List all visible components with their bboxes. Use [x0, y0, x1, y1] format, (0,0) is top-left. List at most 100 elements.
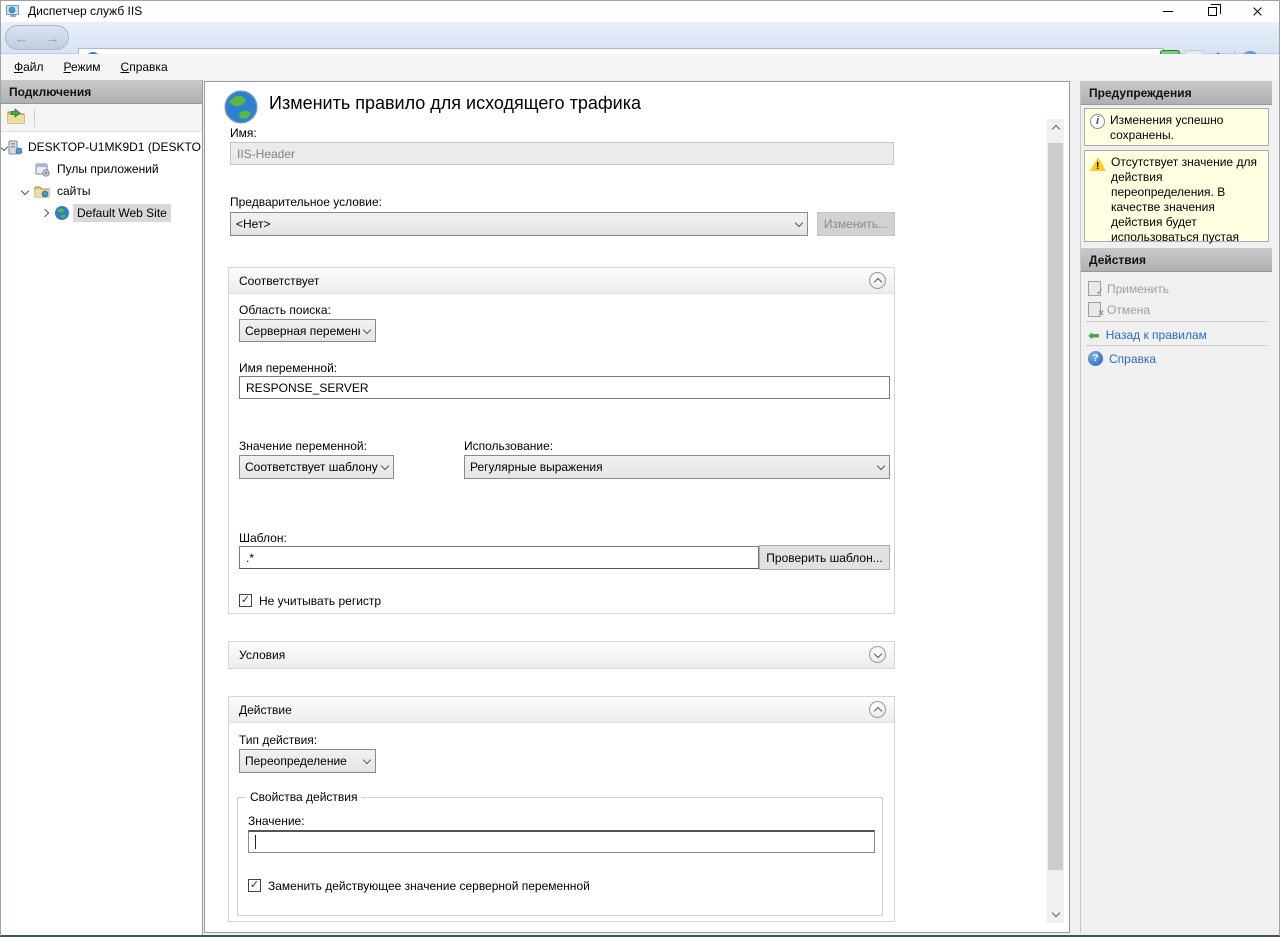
expand-section-button[interactable]: [869, 646, 886, 663]
action-section: Действие Тип действия: Переопределение С…: [228, 696, 895, 922]
scope-value: Серверная переменн: [245, 324, 360, 338]
tree-item-app-pools[interactable]: Пулы приложений: [1, 158, 202, 180]
action-section-title: Действие: [239, 703, 292, 717]
menu-help[interactable]: Справка: [111, 56, 178, 78]
match-section-header[interactable]: Соответствует: [229, 268, 894, 294]
variable-value-value: Соответствует шаблону: [245, 460, 378, 474]
chevron-right-icon[interactable]: [37, 210, 53, 216]
navigation-bar: ← → DESKTOP-U1MK9D1 сайты Default Web Si…: [0, 22, 1280, 54]
menu-file-hotkey: Ф: [14, 60, 23, 74]
chevron-down-icon: [363, 325, 371, 333]
close-button[interactable]: [1235, 0, 1280, 22]
application-pools-icon: [33, 162, 51, 177]
server-icon: [7, 140, 22, 155]
usage-label: Использование:: [464, 439, 553, 453]
action-properties-legend: Свойства действия: [246, 790, 361, 804]
tree-item-default-web-site-label[interactable]: Default Web Site: [73, 204, 171, 222]
cancel-action: × Отмена: [1081, 299, 1273, 320]
action-value-label: Значение:: [248, 814, 305, 828]
forward-icon[interactable]: →: [46, 31, 60, 45]
collapse-section-button[interactable]: [869, 272, 886, 289]
sites-folder-icon: [33, 184, 51, 198]
alerts-header: Предупреждения: [1081, 81, 1272, 105]
precondition-value: <Нет>: [236, 217, 792, 231]
scroll-down-icon[interactable]: [1047, 906, 1064, 923]
replace-value-checkbox[interactable]: ✓: [248, 879, 261, 892]
back-icon[interactable]: ←: [15, 31, 29, 45]
cancel-icon: ×: [1088, 302, 1101, 317]
apply-icon: ✓: [1088, 281, 1101, 296]
action-section-header[interactable]: Действие: [229, 697, 894, 723]
connections-header: Подключения: [1, 80, 202, 104]
variable-value-label: Значение переменной:: [239, 439, 367, 453]
iis-app-icon: [6, 4, 21, 18]
menu-help-hotkey: С: [121, 60, 130, 74]
pattern-input[interactable]: .*: [239, 546, 759, 569]
tree-item-sites[interactable]: сайты: [1, 180, 202, 202]
chevron-down-icon: [381, 462, 389, 470]
connections-panel: Подключения DESKTOP-U1MK9D1 (DESKTO: [1, 80, 203, 935]
variable-name-input[interactable]: RESPONSE_SERVER: [239, 376, 890, 399]
back-to-rules-link[interactable]: ⬅ Назад к правилам: [1081, 324, 1273, 345]
apply-label: Применить: [1107, 282, 1169, 296]
tree-item-default-web-site[interactable]: Default Web Site: [1, 202, 202, 224]
nav-history-buttons: ← →: [5, 25, 69, 50]
collapse-section-button[interactable]: [869, 701, 886, 718]
replace-value-label: Заменить действующее значение серверной …: [268, 879, 590, 893]
alert-missing-value-text: Отсутствует значение для действия переоп…: [1111, 155, 1264, 237]
menu-bar: Файл Режим Справка: [0, 54, 1280, 80]
tree-item-server-label[interactable]: DESKTOP-U1MK9D1 (DESKTO: [24, 138, 203, 156]
globe-icon: [53, 205, 71, 221]
minimize-button[interactable]: [1145, 0, 1190, 22]
menu-file[interactable]: Файл: [4, 56, 54, 78]
chevron-down-icon: [363, 756, 371, 764]
precondition-select[interactable]: <Нет>: [230, 212, 808, 236]
match-section-title: Соответствует: [239, 274, 319, 288]
name-label: Имя:: [230, 126, 257, 140]
chevron-down-icon[interactable]: [1, 144, 7, 150]
connections-tree: DESKTOP-U1MK9D1 (DESKTO Пулы приложений: [1, 132, 202, 224]
precondition-label: Предварительное условие:: [230, 195, 382, 209]
scroll-up-icon[interactable]: [1047, 119, 1064, 136]
tree-item-app-pools-label[interactable]: Пулы приложений: [53, 160, 163, 178]
toolbar-separator: [34, 109, 35, 127]
action-type-label: Тип действия:: [239, 733, 317, 747]
scope-select[interactable]: Серверная переменн: [239, 319, 376, 342]
conditions-section-header[interactable]: Условия: [229, 642, 894, 668]
window-title: Диспетчер служб IIS: [28, 4, 142, 18]
actions-separator: [1086, 345, 1267, 346]
actions-header: Действия: [1081, 248, 1272, 272]
menu-view[interactable]: Режим: [54, 56, 111, 78]
action-value-input[interactable]: [248, 830, 875, 853]
alert-missing-value: ! Отсутствует значение для действия пере…: [1084, 150, 1269, 242]
ignore-case-checkbox[interactable]: ✓: [239, 594, 252, 607]
conditions-section: Условия: [228, 641, 895, 669]
ignore-case-label: Не учитывать регистр: [259, 594, 381, 608]
apply-action: ✓ Применить: [1081, 278, 1273, 299]
action-type-select[interactable]: Переопределение: [239, 749, 376, 773]
chevron-down-icon[interactable]: [17, 188, 33, 194]
main-scrollbar[interactable]: [1047, 119, 1064, 923]
test-pattern-button[interactable]: Проверить шаблон...: [759, 545, 890, 570]
variable-value-select[interactable]: Соответствует шаблону: [239, 455, 394, 479]
help-link[interactable]: ? Справка: [1081, 348, 1273, 369]
actions-separator: [1086, 321, 1267, 322]
save-connection-icon[interactable]: [7, 108, 26, 128]
tree-item-sites-label[interactable]: сайты: [53, 182, 95, 200]
connections-toolbar: [1, 104, 202, 132]
menu-file-rest: айл: [23, 60, 43, 74]
pattern-label: Шаблон:: [239, 531, 287, 545]
tree-item-server[interactable]: DESKTOP-U1MK9D1 (DESKTO: [1, 136, 202, 158]
scrollbar-thumb[interactable]: [1048, 143, 1063, 870]
alert-saved-text: Изменения успешно сохранены.: [1110, 113, 1264, 141]
page-globe-icon: [223, 89, 259, 128]
page-title: Изменить правило для исходящего трафика: [269, 93, 641, 114]
action-properties-group: Свойства действия Значение: ✓ Заменить д…: [237, 797, 883, 916]
name-input: IIS-Header: [230, 142, 894, 165]
alert-saved: i Изменения успешно сохранены.: [1084, 108, 1269, 146]
restore-button[interactable]: [1190, 0, 1235, 22]
usage-select[interactable]: Регулярные выражения: [464, 455, 890, 479]
title-bar: Диспетчер служб IIS: [0, 0, 1280, 22]
variable-name-label: Имя переменной:: [239, 361, 337, 375]
back-to-rules-label: Назад к правилам: [1106, 328, 1207, 342]
